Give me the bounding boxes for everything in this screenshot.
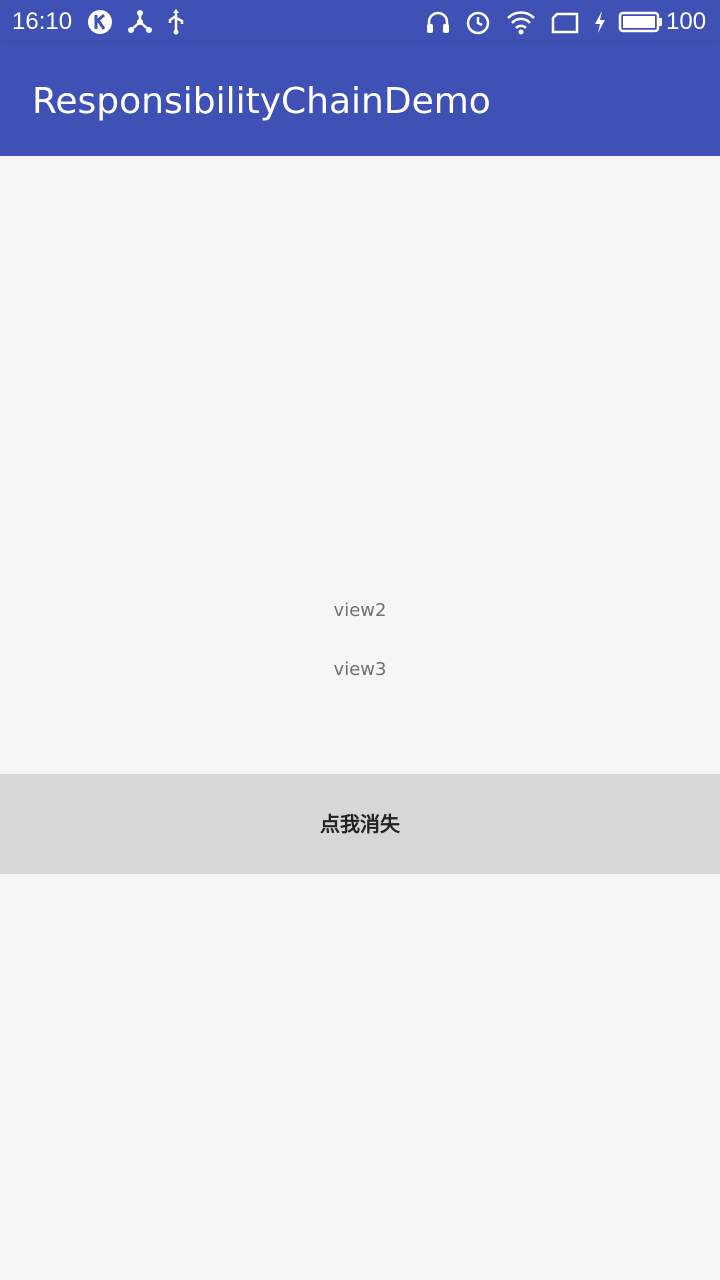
wifi-icon xyxy=(506,8,535,36)
app-title: ResponsibilityChainDemo xyxy=(32,81,491,122)
charging-bolt-icon xyxy=(592,8,608,36)
alarm-icon xyxy=(464,8,492,36)
battery-icon xyxy=(618,8,664,36)
view2-label[interactable]: view2 xyxy=(0,597,720,625)
main-content: view2 view3 点我消失 xyxy=(0,156,720,1280)
status-time: 16:10 xyxy=(12,8,73,35)
headphones-icon xyxy=(424,8,452,36)
status-bar: 16:10 100 xyxy=(0,0,720,44)
share-network-icon xyxy=(126,8,154,36)
sim-icon xyxy=(550,8,579,36)
view3-label[interactable]: view3 xyxy=(0,656,720,684)
usb-icon xyxy=(162,8,190,36)
app-bar: ResponsibilityChainDemo xyxy=(0,44,720,156)
battery-level: 100 xyxy=(666,8,707,35)
dismiss-button[interactable]: 点我消失 xyxy=(0,774,720,874)
k-app-icon xyxy=(86,8,114,36)
